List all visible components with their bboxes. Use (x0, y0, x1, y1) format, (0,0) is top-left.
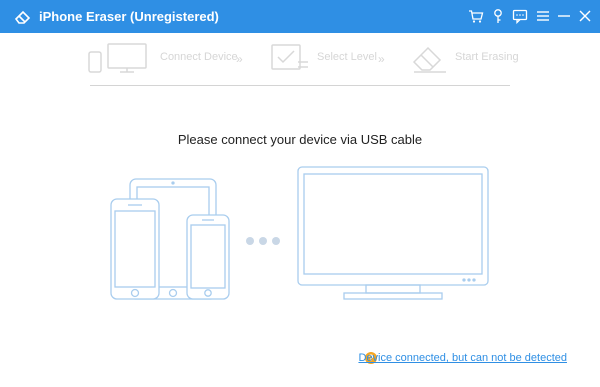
cart-icon[interactable] (468, 8, 484, 24)
step-separator: » (236, 52, 243, 66)
window-title: iPhone Eraser (Unregistered) (39, 9, 219, 24)
eraser-icon (412, 46, 446, 73)
title-bar: iPhone Eraser (Unregistered) (0, 0, 600, 33)
step-start-erasing: Start Erasing (455, 51, 519, 63)
device-not-detected-link[interactable]: Device connected, but can not be detecte… (358, 352, 567, 364)
key-icon[interactable] (490, 8, 506, 24)
monitor-icon (297, 166, 489, 300)
dot (272, 237, 280, 245)
step-indicator: Connect Device » Select Level » Start Er… (88, 40, 519, 78)
phone-large-icon (110, 198, 160, 300)
device-illustration (110, 166, 489, 300)
step-separator: » (378, 52, 385, 66)
step-select-level: Select Level (317, 51, 377, 63)
divider (90, 85, 510, 86)
connection-dots (246, 232, 285, 250)
menu-icon[interactable] (535, 8, 551, 24)
dot (259, 237, 267, 245)
minimize-icon[interactable] (556, 8, 572, 24)
eraser-app-icon (14, 10, 31, 24)
close-icon[interactable] (577, 8, 593, 24)
devices-icon (88, 43, 147, 73)
dot (246, 237, 254, 245)
checklist-icon (271, 44, 308, 70)
phone-small-icon (186, 214, 230, 300)
feedback-icon[interactable] (512, 8, 528, 24)
step-connect-device: Connect Device (160, 51, 238, 63)
connect-prompt: Please connect your device via USB cable (177, 132, 423, 147)
